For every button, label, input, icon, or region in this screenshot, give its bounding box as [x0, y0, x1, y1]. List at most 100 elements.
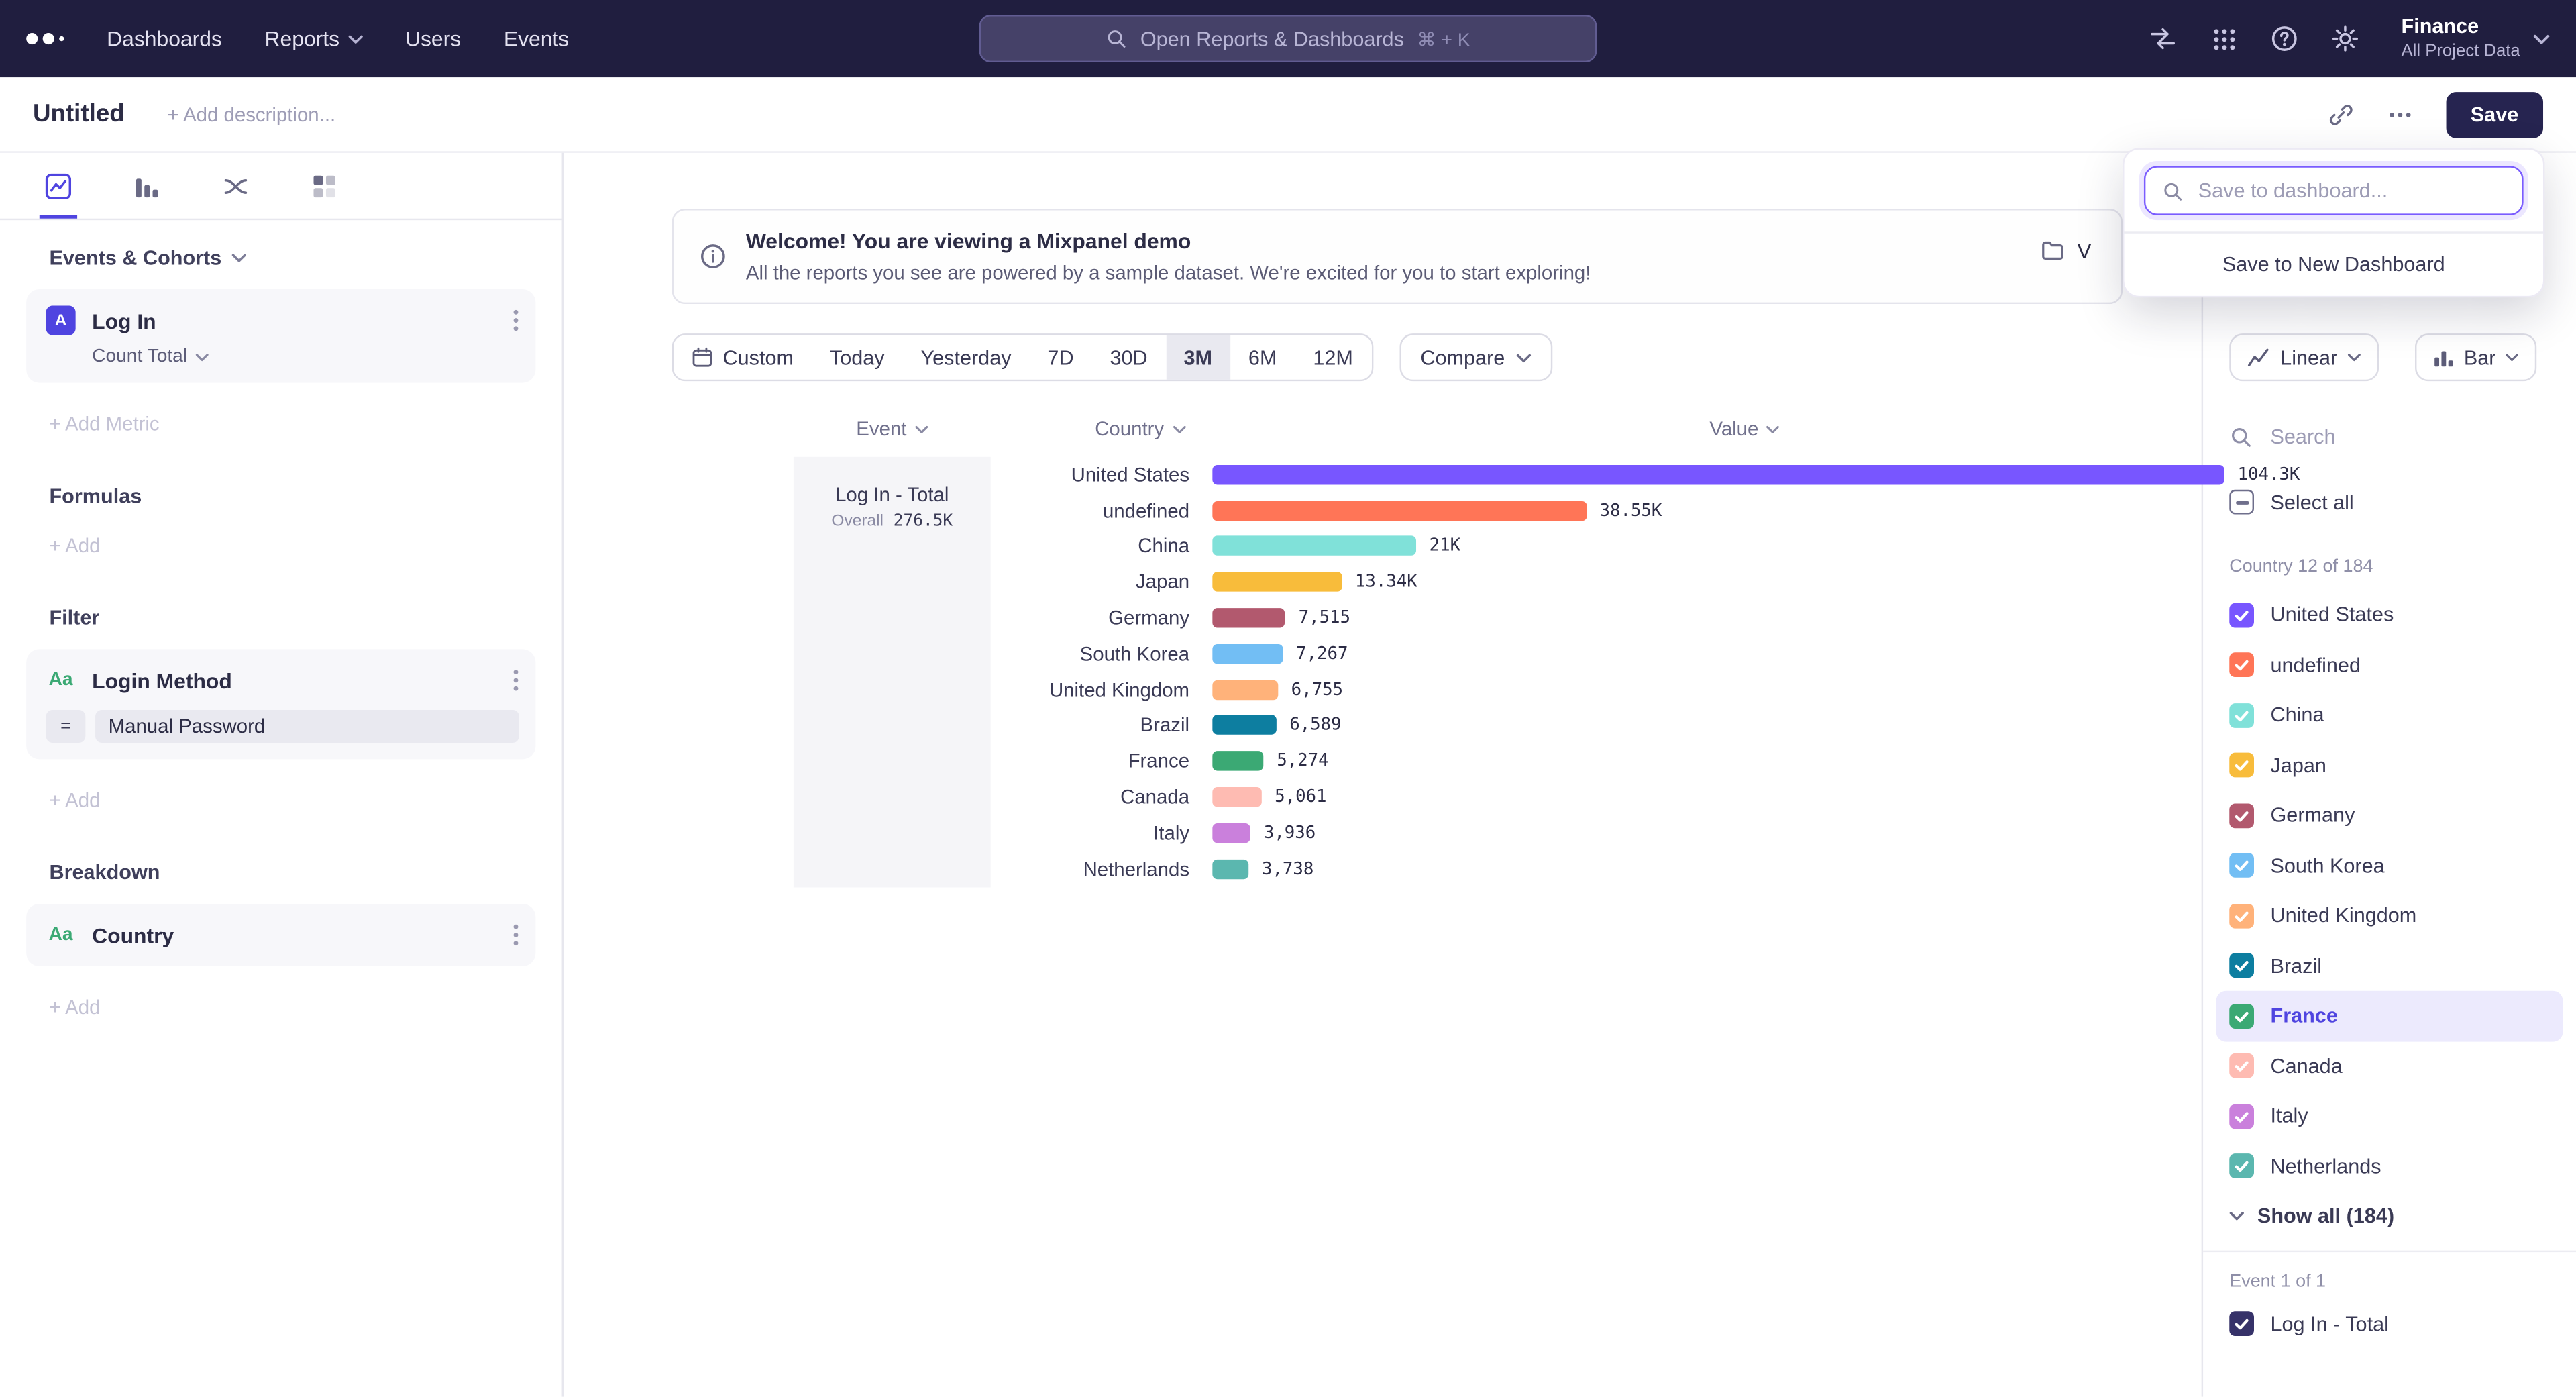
add-breakdown-button[interactable]: + Add	[26, 996, 535, 1019]
aggregation-selector[interactable]: Count Total	[92, 347, 519, 366]
event-filter-item[interactable]: Log In - Total	[2229, 1311, 2550, 1336]
country-checkbox[interactable]	[2229, 1154, 2254, 1179]
country-checkbox[interactable]	[2229, 953, 2254, 978]
bar-segment[interactable]	[1212, 572, 1342, 592]
select-all-toggle[interactable]: Select all	[2229, 490, 2550, 515]
country-filter-item[interactable]: South Korea	[2216, 841, 2563, 891]
country-filter-item[interactable]: United States	[2216, 590, 2563, 640]
country-label: Germany	[672, 607, 1189, 629]
date-range-30d[interactable]: 30D	[1092, 335, 1166, 380]
bar-segment[interactable]	[1212, 608, 1285, 627]
chart-type-selector[interactable]: Bar	[2414, 333, 2536, 381]
country-filter-item[interactable]: Canada	[2216, 1041, 2563, 1091]
help-icon[interactable]	[2270, 24, 2300, 54]
line-type-selector[interactable]: Linear	[2229, 333, 2378, 381]
nav-events[interactable]: Events	[504, 26, 569, 51]
event-column-header[interactable]: Event	[794, 417, 991, 440]
country-filter-item[interactable]: Italy	[2216, 1091, 2563, 1141]
tab-insights[interactable]	[44, 153, 72, 219]
country-checkbox[interactable]	[2229, 803, 2254, 828]
mixpanel-logo-icon[interactable]	[26, 33, 64, 44]
save-button[interactable]: Save	[2446, 91, 2543, 138]
bar-segment[interactable]	[1212, 752, 1263, 771]
data-connections-icon[interactable]	[2148, 24, 2178, 54]
settings-gear-icon[interactable]	[2330, 24, 2360, 54]
bar-segment[interactable]	[1212, 859, 1248, 878]
nav-reports[interactable]: Reports	[265, 26, 363, 51]
tab-funnels[interactable]	[133, 153, 161, 219]
report-title[interactable]: Untitled	[33, 100, 125, 128]
global-search[interactable]: Open Reports & Dashboards ⌘ + K	[979, 15, 1597, 62]
chevron-down-icon	[1172, 425, 1185, 433]
apps-grid-icon[interactable]	[2209, 24, 2239, 54]
date-range-yesterday[interactable]: Yesterday	[903, 335, 1030, 380]
country-checkbox[interactable]	[2229, 1004, 2254, 1029]
country-checkbox[interactable]	[2229, 903, 2254, 928]
segment-search[interactable]	[2229, 417, 2550, 457]
date-range-12m[interactable]: 12M	[1295, 335, 1371, 380]
country-checkbox[interactable]	[2229, 703, 2254, 728]
country-filter-item[interactable]: China	[2216, 690, 2563, 741]
banner-action-button[interactable]: V	[2031, 237, 2102, 265]
country-filter-item[interactable]: United Kingdom	[2216, 890, 2563, 941]
filter-value[interactable]: Manual Password	[95, 710, 519, 743]
bar-segment[interactable]	[1212, 823, 1250, 843]
date-range-3m[interactable]: 3M	[1166, 335, 1230, 380]
country-filter-label: United Kingdom	[2270, 904, 2416, 927]
country-filter-item[interactable]: Brazil	[2216, 941, 2563, 991]
filter-card[interactable]: Aa Login Method = Manual Password	[26, 649, 535, 759]
nav-users[interactable]: Users	[405, 26, 461, 51]
select-all-checkbox[interactable]	[2229, 490, 2254, 515]
bar-segment[interactable]	[1212, 787, 1261, 807]
show-all-button[interactable]: Show all (184)	[2229, 1204, 2550, 1227]
filter-menu-icon[interactable]	[513, 669, 519, 692]
tab-retention[interactable]	[311, 153, 339, 219]
country-filter-item[interactable]: undefined	[2216, 640, 2563, 690]
metric-menu-icon[interactable]	[513, 309, 519, 331]
save-to-new-dashboard[interactable]: Save to New Dashboard	[2125, 234, 2543, 296]
date-range-custom[interactable]: Custom	[674, 335, 812, 380]
date-range-7d[interactable]: 7D	[1029, 335, 1091, 380]
add-filter-button[interactable]: + Add	[26, 789, 535, 812]
add-metric-button[interactable]: + Add Metric	[26, 413, 535, 435]
breakdown-property-name[interactable]: Country	[92, 923, 174, 947]
country-filter-item[interactable]: France	[2216, 991, 2563, 1041]
country-filter-item[interactable]: Netherlands	[2216, 1141, 2563, 1192]
event-checkbox[interactable]	[2229, 1311, 2254, 1336]
filter-operator[interactable]: =	[46, 710, 86, 743]
bar-segment[interactable]	[1212, 680, 1278, 699]
breakdown-card[interactable]: Aa Country	[26, 904, 535, 966]
nav-dashboards[interactable]: Dashboards	[107, 26, 222, 51]
country-filter-item[interactable]: Germany	[2216, 790, 2563, 841]
country-checkbox[interactable]	[2229, 753, 2254, 778]
more-options-icon[interactable]	[2387, 101, 2413, 127]
country-checkbox[interactable]	[2229, 1053, 2254, 1078]
country-checkbox[interactable]	[2229, 853, 2254, 878]
bar-segment[interactable]	[1212, 715, 1276, 735]
value-column-header[interactable]: Value	[1658, 417, 1832, 440]
events-cohorts-section[interactable]: Events & Cohorts	[26, 246, 535, 269]
country-checkbox[interactable]	[2229, 1104, 2254, 1129]
metric-event-name[interactable]: Log In	[92, 308, 156, 333]
compare-button[interactable]: Compare	[1399, 333, 1552, 381]
filter-property-name[interactable]: Login Method	[92, 668, 232, 693]
add-description[interactable]: + Add description...	[167, 103, 335, 125]
country-checkbox[interactable]	[2229, 653, 2254, 678]
breakdown-menu-icon[interactable]	[513, 923, 519, 946]
bar-segment[interactable]	[1212, 537, 1416, 556]
project-selector[interactable]: Finance All Project Data	[2401, 15, 2549, 62]
dashboard-search-input[interactable]	[2195, 177, 2506, 203]
country-checkbox[interactable]	[2229, 603, 2254, 627]
bar-segment[interactable]	[1212, 644, 1283, 664]
country-filter-item[interactable]: Japan	[2216, 740, 2563, 790]
country-column-header[interactable]: Country	[1045, 417, 1236, 440]
metric-card[interactable]: A Log In Count Total	[26, 289, 535, 383]
segment-search-input[interactable]	[2267, 424, 2514, 450]
add-formula-button[interactable]: + Add	[26, 534, 535, 557]
date-range-6m[interactable]: 6M	[1230, 335, 1295, 380]
date-range-today[interactable]: Today	[812, 335, 903, 380]
copy-link-icon[interactable]	[2328, 101, 2354, 127]
tab-flows[interactable]	[222, 153, 250, 219]
bar-segment[interactable]	[1212, 465, 2224, 484]
bar-segment[interactable]	[1212, 501, 1587, 520]
